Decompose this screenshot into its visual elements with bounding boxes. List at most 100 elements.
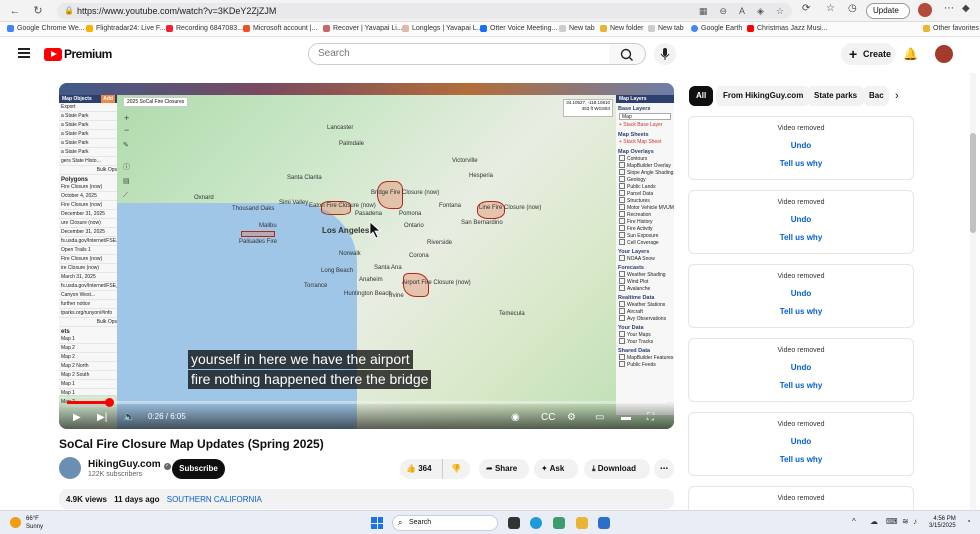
stack-base-layer-link[interactable]: + Stack Base Layer bbox=[616, 121, 674, 129]
overlay-checkbox[interactable]: Parcel Data bbox=[616, 190, 674, 197]
other-favorites[interactable]: Other favorites bbox=[923, 25, 979, 32]
overlay-checkbox[interactable]: Public Lands bbox=[616, 183, 674, 190]
add-object-button[interactable]: Add bbox=[101, 95, 115, 103]
undo-button[interactable]: Undo bbox=[689, 141, 913, 150]
polygon-row[interactable]: Canyon West... bbox=[59, 291, 117, 300]
extensions-icon[interactable]: ⟳ bbox=[802, 3, 810, 19]
autoplay-toggle-icon[interactable]: ◉ bbox=[511, 412, 520, 423]
miniplayer-icon[interactable]: ▭ bbox=[595, 412, 604, 423]
system-clock[interactable]: 4:56 PM 3/15/2025 bbox=[929, 516, 956, 530]
set-row[interactable]: Map 2 South bbox=[59, 371, 117, 380]
store-icon[interactable] bbox=[598, 517, 610, 529]
bookmark-10[interactable]: Google Earth bbox=[691, 25, 742, 32]
stack-map-sheet-link[interactable]: + Stack Map Sheet bbox=[616, 138, 674, 146]
apps-icon[interactable]: ▦ bbox=[699, 3, 708, 19]
windows-start-icon[interactable] bbox=[371, 517, 383, 529]
location-tag[interactable]: SOUTHERN CALIFORNIA bbox=[167, 495, 262, 504]
photos-icon[interactable] bbox=[553, 517, 565, 529]
set-row[interactable]: Map 2 bbox=[59, 353, 117, 362]
tell-us-why-link[interactable]: Tell us why bbox=[689, 233, 913, 242]
realtime-checkbox[interactable]: Avy Observations bbox=[616, 315, 674, 322]
video-player[interactable]: 2025 SoCal Fire Closures 34.10527, -118.… bbox=[59, 83, 674, 429]
tell-us-why-link[interactable]: Tell us why bbox=[689, 381, 913, 390]
forecast-checkbox[interactable]: Weather Shading bbox=[616, 271, 674, 278]
bulk-ops-button[interactable]: Bulk Ops bbox=[59, 166, 117, 175]
chevron-right-icon[interactable]: › bbox=[895, 90, 899, 102]
zoom-out-icon[interactable]: − bbox=[124, 125, 129, 135]
bookmark-3[interactable]: Microsoft account |... bbox=[243, 25, 317, 32]
set-row[interactable]: Map 1 bbox=[59, 380, 117, 389]
forecast-checkbox[interactable]: Avalanche bbox=[616, 285, 674, 292]
search-button[interactable] bbox=[609, 43, 646, 65]
bookmark-4[interactable]: Recover | Yavapai Li... bbox=[323, 25, 403, 32]
export-button[interactable]: Export bbox=[59, 103, 117, 112]
chip-all[interactable]: All bbox=[689, 86, 714, 106]
bookmark-11[interactable]: Christmas Jazz Musi... bbox=[747, 25, 827, 32]
bookmark-5[interactable]: Longlegs | Yavapai L... bbox=[402, 25, 482, 32]
realtime-checkbox[interactable]: Weather Stations bbox=[616, 301, 674, 308]
polygon-row[interactable]: fs.usda.gov/Internet/FSE... bbox=[59, 237, 117, 246]
overlay-checkbox[interactable]: Fire Activity bbox=[616, 225, 674, 232]
more-menu-icon[interactable]: ⋯ bbox=[944, 3, 954, 19]
create-button[interactable]: + Create bbox=[841, 43, 895, 65]
weather-widget[interactable]: 66°F Sunny bbox=[10, 515, 43, 531]
reload-icon[interactable]: ↻ bbox=[31, 4, 45, 18]
ask-button[interactable]: ✦ Ask bbox=[534, 459, 578, 479]
voice-search-button[interactable] bbox=[654, 43, 676, 65]
notification-center-icon[interactable]: ◔ bbox=[966, 517, 971, 526]
extension-icon[interactable]: ◈ bbox=[757, 3, 764, 19]
volume-icon[interactable]: 🔈 bbox=[123, 412, 135, 423]
overlay-checkbox[interactable]: Structures bbox=[616, 197, 674, 204]
overlay-checkbox[interactable]: Geology bbox=[616, 176, 674, 183]
overlay-checkbox[interactable]: Contours bbox=[616, 155, 674, 162]
overlay-checkbox[interactable]: Sun Exposure bbox=[616, 232, 674, 239]
taskbar-search[interactable]: Search bbox=[392, 515, 498, 531]
data-checkbox[interactable]: Your Tracks bbox=[616, 338, 674, 345]
scrollbar-thumb[interactable] bbox=[970, 133, 976, 233]
edge-icon[interactable] bbox=[530, 517, 542, 529]
set-row[interactable]: Map 1 bbox=[59, 335, 117, 344]
address-bar[interactable]: 🔒 https://www.youtube.com/watch?v=3KDeY2… bbox=[57, 3, 792, 19]
tell-us-why-link[interactable]: Tell us why bbox=[689, 455, 913, 464]
download-button[interactable]: ⤓ Download bbox=[584, 459, 650, 479]
object-row[interactable]: gers State Histo... bbox=[59, 157, 117, 166]
shared-checkbox[interactable]: Public Feeds bbox=[616, 361, 674, 368]
zoom-icon[interactable]: ⊖ bbox=[719, 3, 727, 19]
bookmark-7[interactable]: New tab bbox=[559, 25, 595, 32]
polygon-row[interactable]: tparks.org/runyon/#info bbox=[59, 309, 117, 318]
undo-button[interactable]: Undo bbox=[689, 215, 913, 224]
profile-avatar[interactable] bbox=[918, 3, 932, 17]
undo-button[interactable]: Undo bbox=[689, 363, 913, 372]
play-icon[interactable]: ▶ bbox=[73, 412, 81, 423]
palisades-fire-polygon[interactable] bbox=[241, 231, 275, 237]
settings-gear-icon[interactable]: ⚙ bbox=[567, 412, 576, 423]
overlay-checkbox[interactable]: Recreation bbox=[616, 211, 674, 218]
dislike-button[interactable]: 👎 bbox=[442, 459, 470, 479]
progress-scrubber[interactable] bbox=[104, 398, 114, 407]
polygon-row[interactable]: Open Trails 1 bbox=[59, 246, 117, 255]
chip-state-parks[interactable]: State parks bbox=[807, 86, 865, 106]
forecast-checkbox[interactable]: Wind Plot bbox=[616, 278, 674, 285]
channel-name[interactable]: HikingGuy.com ✓ bbox=[88, 459, 171, 470]
page-scrollbar[interactable] bbox=[970, 73, 976, 510]
chip-from-hikingguy[interactable]: From HikingGuy.com bbox=[716, 86, 811, 106]
tell-us-why-link[interactable]: Tell us why bbox=[689, 159, 913, 168]
keyboard-icon[interactable]: ⌨ bbox=[886, 517, 898, 526]
realtime-checkbox[interactable]: Aircraft bbox=[616, 308, 674, 315]
zoom-in-icon[interactable]: + bbox=[124, 113, 129, 123]
favorites-icon[interactable]: ☆ bbox=[826, 3, 835, 19]
undo-button[interactable]: Undo bbox=[689, 437, 913, 446]
description-box[interactable]: 4.9K views 11 days ago SOUTHERN CALIFORN… bbox=[59, 489, 674, 509]
bookmark-9[interactable]: New tab bbox=[648, 25, 684, 32]
bookmark-6[interactable]: Otter Voice Meeting... bbox=[480, 25, 557, 32]
set-row[interactable]: Map 2 bbox=[59, 344, 117, 353]
progress-bar[interactable] bbox=[67, 398, 666, 407]
print-icon[interactable]: ▤ bbox=[123, 178, 130, 185]
task-view-icon[interactable] bbox=[508, 517, 520, 529]
bookmark-0[interactable]: Google Chrome We... bbox=[7, 25, 85, 32]
bookmark-8[interactable]: New folder bbox=[600, 25, 643, 32]
like-button[interactable]: 👍 364 bbox=[400, 459, 442, 479]
more-actions-button[interactable]: ⋯ bbox=[654, 459, 674, 479]
back-icon[interactable]: ← bbox=[8, 4, 22, 18]
account-avatar[interactable] bbox=[935, 45, 953, 63]
